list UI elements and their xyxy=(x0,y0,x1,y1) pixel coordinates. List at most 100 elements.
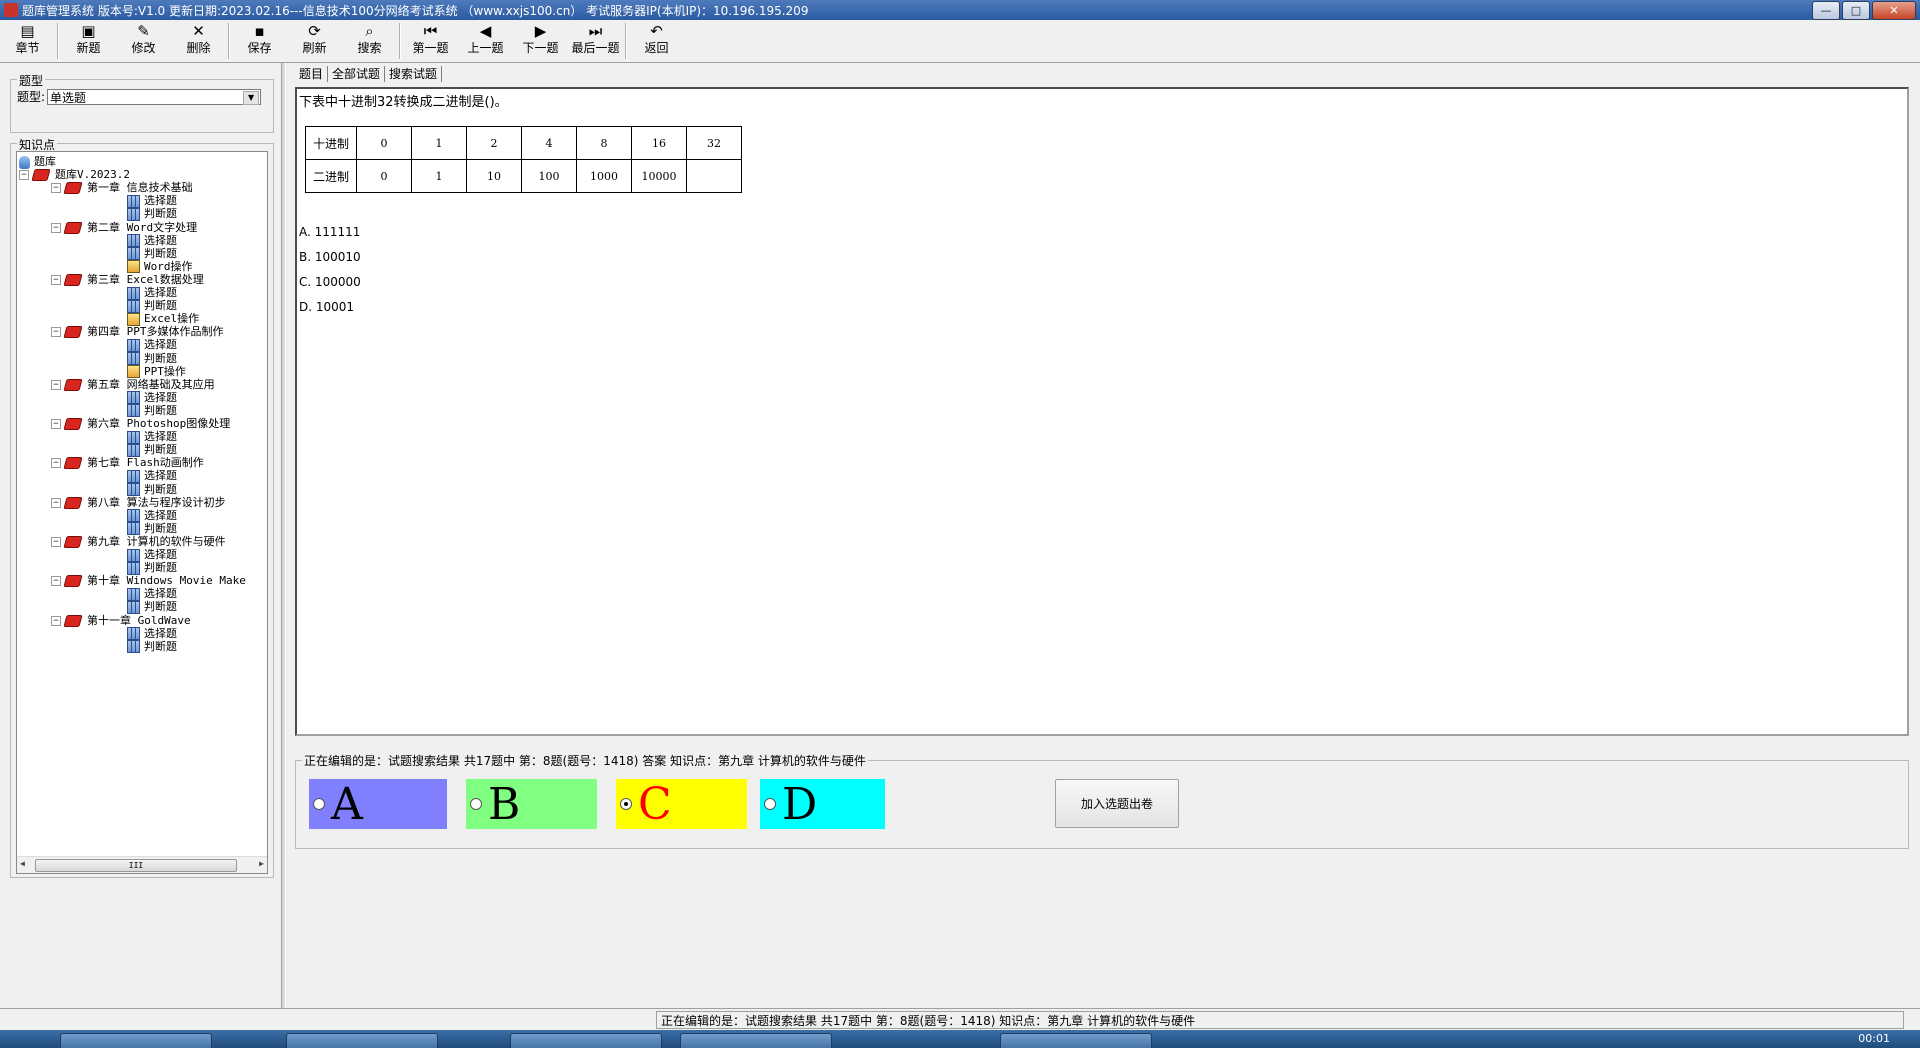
new-button[interactable]: ▣ 新题 xyxy=(61,20,116,62)
collapse-icon[interactable]: − xyxy=(51,222,61,233)
first-icon: ⏮ xyxy=(423,22,438,40)
toolbar-button-label: 搜索 xyxy=(357,41,382,55)
answer-option-c[interactable]: C xyxy=(616,779,747,830)
collapse-icon[interactable]: − xyxy=(51,497,61,508)
new-icon: ▣ xyxy=(81,22,96,40)
book-icon xyxy=(63,273,83,286)
toolbar-button-label: 最后一题 xyxy=(571,41,620,55)
taskbar-item[interactable] xyxy=(510,1033,662,1048)
last-icon: ⏭ xyxy=(588,22,603,40)
type-select[interactable]: 单选题 ▼ xyxy=(47,88,262,105)
prev-icon: ◀ xyxy=(479,22,492,40)
book-icon xyxy=(63,182,83,195)
answer-radio[interactable] xyxy=(470,798,482,810)
answer-radio[interactable] xyxy=(313,798,325,810)
table-cell: 1000 xyxy=(576,159,632,193)
refresh-button[interactable]: ⟳ 刷新 xyxy=(287,20,342,62)
answer-radio[interactable] xyxy=(764,798,776,810)
status-bar: 正在编辑的是：试题搜索结果 共17题中 第：8题(题号：1418) 知识点：第九… xyxy=(0,1008,1920,1031)
taskbar: 00:01 xyxy=(0,1030,1920,1048)
answer-group: 正在编辑的是：试题搜索结果 共17题中 第：8题(题号：1418) 答案 知识点… xyxy=(295,752,1909,849)
question-text: 下表中十进制32转换成二进制是()。 xyxy=(299,95,508,110)
toolbar-button-label: 新题 xyxy=(76,41,101,55)
toolbar-button-label: 章节 xyxy=(15,41,40,55)
tab-search-questions[interactable]: 搜索试题 xyxy=(385,66,443,82)
collapse-icon[interactable]: − xyxy=(51,536,61,547)
collapse-icon[interactable]: − xyxy=(51,615,61,626)
tab-all-questions[interactable]: 全部试题 xyxy=(328,66,386,82)
option-b: B. 100010 xyxy=(299,250,361,264)
title-bar: 题库管理系统 版本号:V1.0 更新日期:2023.02.16---信息技术10… xyxy=(0,0,1920,20)
toolbar-separator xyxy=(625,23,627,59)
window-title: 题库管理系统 版本号:V1.0 更新日期:2023.02.16---信息技术10… xyxy=(22,3,809,18)
collapse-icon[interactable]: − xyxy=(51,274,61,285)
book-icon xyxy=(63,418,83,430)
back-button[interactable]: ↶ 返回 xyxy=(629,20,684,62)
collapse-icon[interactable]: − xyxy=(19,170,29,181)
answer-radio[interactable] xyxy=(620,798,632,810)
chevron-down-icon[interactable]: ▼ xyxy=(243,90,260,105)
type-group: 题型 题型: 单选题 ▼ xyxy=(10,72,274,133)
scroll-right-icon[interactable]: ▶ xyxy=(259,859,264,868)
question-options: A. 111111 B. 100010 C. 100000 D. 10001 xyxy=(299,220,361,320)
toolbar-button-label: 第一题 xyxy=(412,41,449,55)
save-button[interactable]: ▪ 保存 xyxy=(232,20,287,62)
knowledge-tree[interactable]: ◀ III ▶ 题库 − 题库V.2023.2− 第一章 信息技术基础 选择题 判断题 − 第… xyxy=(16,151,268,874)
maximize-button[interactable]: □ xyxy=(1842,1,1870,20)
taskbar-item[interactable] xyxy=(1000,1033,1152,1048)
first-button[interactable]: ⏮ 第一题 xyxy=(403,20,458,62)
table-cell: 8 xyxy=(576,126,632,160)
toolbar-button-label: 下一题 xyxy=(522,41,559,55)
answer-letter: D xyxy=(782,778,818,830)
taskbar-item[interactable] xyxy=(286,1033,438,1048)
book-icon xyxy=(63,614,83,627)
toolbar: ▤ 章节 ▣ 新题 ✎ 修改 ✕ 删除 ▪ 保存 ⟳ 刷新 ⌕ 搜索 ⏮ 第一题 ◀ 上一题 ▶ 下一题 ⏭ 最后一题 ↶ 返… xyxy=(0,20,1920,63)
answer-option-a[interactable]: A xyxy=(309,779,447,830)
tree-horizontal-scrollbar[interactable]: ◀ III ▶ xyxy=(17,856,267,873)
book-icon xyxy=(63,326,83,339)
collapse-icon[interactable]: − xyxy=(51,458,61,469)
edit-icon: ✎ xyxy=(137,22,150,40)
scroll-thumb[interactable]: III xyxy=(35,859,237,872)
tab-question[interactable]: 题目 xyxy=(295,66,329,82)
search-button[interactable]: ⌕ 搜索 xyxy=(342,20,397,62)
delete-button[interactable]: ✕ 删除 xyxy=(171,20,226,62)
delete-icon: ✕ xyxy=(192,22,205,40)
option-a: A. 111111 xyxy=(299,225,361,239)
tree-leaf[interactable]: 判断题 xyxy=(127,639,177,655)
add-to-paper-button[interactable]: 加入选题出卷 xyxy=(1055,779,1179,828)
answer-option-d[interactable]: D xyxy=(760,778,885,830)
collapse-icon[interactable]: − xyxy=(51,327,61,338)
table-row: 十进制 0 1 2 4 8 16 32 xyxy=(305,126,742,160)
table-cell: 100 xyxy=(521,159,577,193)
prev-button[interactable]: ◀ 上一题 xyxy=(458,20,513,62)
edit-button[interactable]: ✎ 修改 xyxy=(116,20,171,62)
last-button[interactable]: ⏭ 最后一题 xyxy=(568,20,623,62)
window-controls: — □ ✕ xyxy=(1812,1,1916,20)
close-button[interactable]: ✕ xyxy=(1872,1,1916,20)
panel-splitter[interactable] xyxy=(281,63,286,1008)
collapse-icon[interactable]: − xyxy=(51,379,61,390)
table-row-header: 二进制 xyxy=(305,159,357,193)
taskbar-clock: 00:01 xyxy=(1858,1032,1890,1045)
left-panel: 题型 题型: 单选题 ▼ 知识点 ◀ III ▶ 题库 − 题库V.2023.2− 第… xyxy=(0,63,280,1008)
toolbar-button-label: 修改 xyxy=(131,41,156,55)
scroll-left-icon[interactable]: ◀ xyxy=(20,859,25,868)
table-cell: 10 xyxy=(466,159,522,193)
collapse-icon[interactable]: − xyxy=(51,576,61,587)
book-icon xyxy=(63,496,83,509)
toolbar-button-label: 删除 xyxy=(186,41,211,55)
taskbar-item[interactable] xyxy=(60,1033,212,1048)
next-button[interactable]: ▶ 下一题 xyxy=(513,20,568,62)
taskbar-item[interactable] xyxy=(680,1033,832,1048)
answer-option-b[interactable]: B xyxy=(466,779,597,830)
type-group-title: 题型 xyxy=(17,72,46,89)
table-row: 二进制 0 1 10 100 1000 10000 xyxy=(305,159,742,193)
option-c: C. 100000 xyxy=(299,275,361,289)
collapse-icon[interactable]: − xyxy=(51,419,61,429)
minimize-button[interactable]: — xyxy=(1812,1,1840,20)
answer-group-title: 正在编辑的是：试题搜索结果 共17题中 第：8题(题号：1418) 答案 知识点… xyxy=(302,752,868,769)
collapse-icon[interactable]: − xyxy=(51,183,61,194)
question-panel[interactable]: 下表中十进制32转换成二进制是()。 十进制 0 1 2 4 8 16 32 二进制 0 1 10 10… xyxy=(295,87,1909,736)
chapter-button[interactable]: ▤ 章节 xyxy=(0,20,55,62)
